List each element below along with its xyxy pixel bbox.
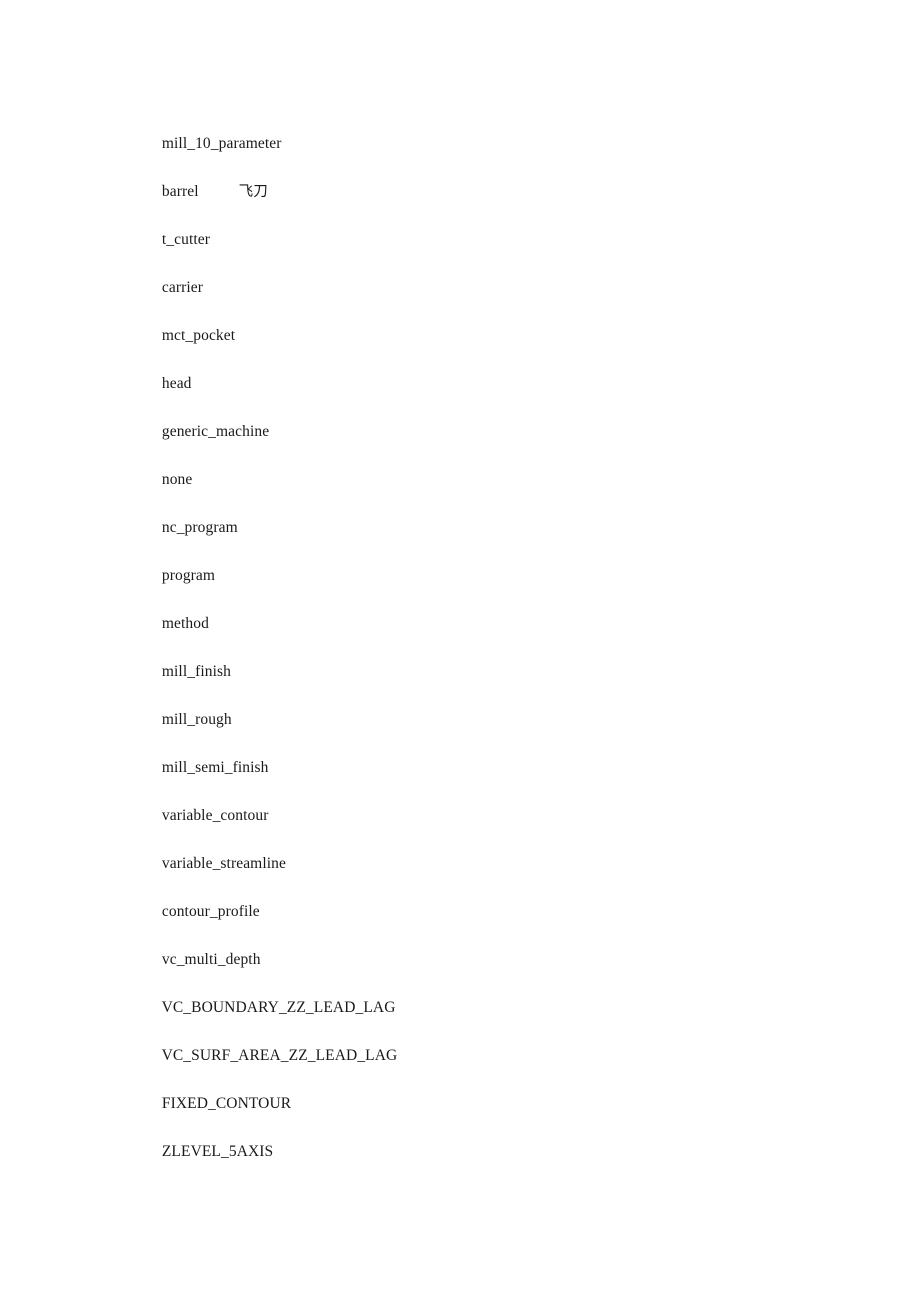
document-line: mill_finish [138, 636, 838, 684]
line-text: barrel [161, 183, 199, 200]
document-line: carrier [138, 252, 838, 300]
document-text-block: mill_10_parameter barrel 飞刀 t_cutter carr… [138, 108, 838, 1164]
line-text: program [161, 567, 216, 584]
document-line: VC_SURF_AREA_ZZ_LEAD_LAG [138, 1020, 838, 1068]
line-text: vc_multi_depth [161, 951, 261, 968]
document-page: mill_10_parameter barrel 飞刀 t_cutter carr… [0, 0, 920, 1302]
document-line: mill_semi_finish [138, 732, 838, 780]
line-text: FIXED_CONTOUR [161, 1095, 292, 1112]
document-line: FIXED_CONTOUR [138, 1068, 838, 1116]
line-text: t_cutter [161, 231, 210, 248]
document-line: nc_program [138, 492, 838, 540]
document-line: mill_rough [138, 684, 838, 732]
line-text: generic_machine [161, 423, 270, 440]
line-annotation: 飞刀 [238, 184, 268, 200]
line-text: contour_profile [161, 903, 260, 920]
line-text: VC_SURF_AREA_ZZ_LEAD_LAG [161, 1047, 398, 1064]
line-text: none [161, 471, 193, 488]
document-line: vc_multi_depth [138, 924, 838, 972]
line-text: mill_rough [161, 711, 232, 728]
line-text: method [161, 615, 209, 632]
document-line: none [138, 444, 838, 492]
document-line: ZLEVEL_5AXIS [138, 1116, 838, 1164]
line-text: mill_10_parameter [161, 135, 282, 152]
line-text: mill_semi_finish [161, 759, 269, 776]
document-line: mill_10_parameter [138, 108, 838, 156]
line-text: variable_streamline [161, 855, 286, 872]
document-line: barrel 飞刀 [138, 156, 838, 204]
document-line: mct_pocket [138, 300, 838, 348]
document-line: program [138, 540, 838, 588]
line-text: VC_BOUNDARY_ZZ_LEAD_LAG [161, 999, 396, 1016]
document-line: generic_machine [138, 396, 838, 444]
document-line: VC_BOUNDARY_ZZ_LEAD_LAG [138, 972, 838, 1020]
line-text: variable_contour [161, 807, 269, 824]
document-line: method [138, 588, 838, 636]
line-text: nc_program [161, 519, 238, 536]
line-text: head [161, 375, 192, 392]
document-line: variable_streamline [138, 828, 838, 876]
document-line: variable_contour [138, 780, 838, 828]
document-line: t_cutter [138, 204, 838, 252]
line-text: mct_pocket [161, 327, 236, 344]
line-text: ZLEVEL_5AXIS [161, 1143, 274, 1160]
document-line: head [138, 348, 838, 396]
line-text: mill_finish [161, 663, 231, 680]
line-text: carrier [161, 279, 203, 296]
document-line: contour_profile [138, 876, 838, 924]
